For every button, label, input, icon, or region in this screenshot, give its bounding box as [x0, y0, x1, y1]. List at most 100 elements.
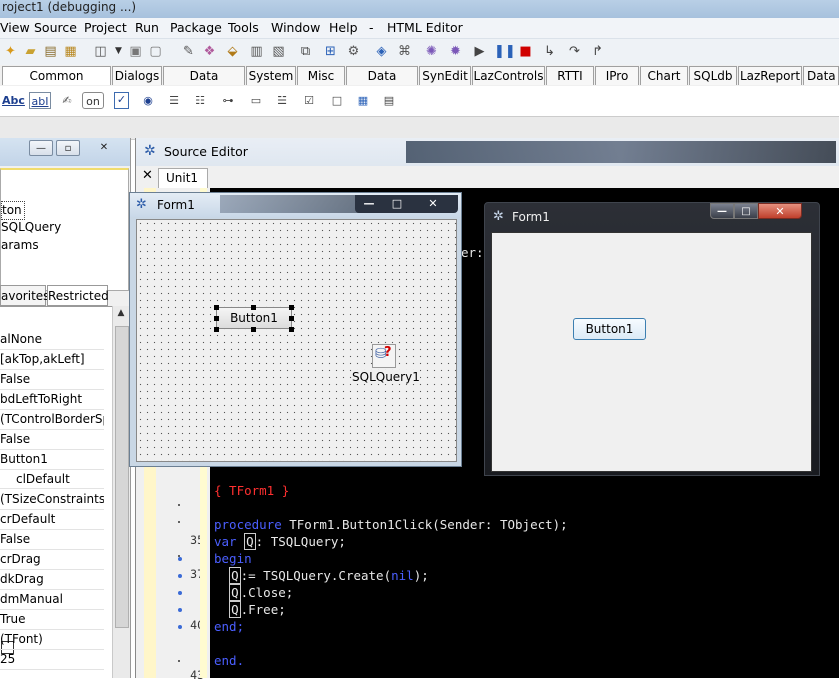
tab-unit1[interactable]: Unit1: [158, 168, 208, 188]
new-unit-icon[interactable]: ✦: [2, 43, 19, 60]
close-icon[interactable]: ✕: [92, 140, 116, 156]
listbox-icon[interactable]: ☰: [164, 92, 184, 109]
prop-borderspacing[interactable]: (TControlBorderSpa: [0, 409, 104, 430]
close-icon[interactable]: ✕: [421, 196, 445, 212]
open-project-icon[interactable]: ▤: [42, 43, 59, 60]
selection-handle[interactable]: [251, 305, 256, 310]
menu-tools[interactable]: Tools: [228, 20, 259, 35]
tab-misc[interactable]: Misc: [297, 66, 345, 85]
prop-dragkind[interactable]: dkDrag: [0, 569, 104, 590]
toggle-form-unit-icon[interactable]: ⧉: [297, 43, 314, 60]
maximize-icon[interactable]: ▫: [56, 140, 80, 156]
scroll-up-icon[interactable]: ▲: [114, 308, 128, 322]
view-units-icon[interactable]: ▥: [248, 43, 265, 60]
menu-project[interactable]: Project: [84, 20, 127, 35]
edit-icon[interactable]: ✎: [180, 43, 197, 60]
frame-icon[interactable]: ▦: [352, 92, 374, 109]
breakpoint-dot[interactable]: [178, 574, 182, 578]
prop-anchors[interactable]: [akTop,akLeft]: [0, 349, 104, 370]
scrollbar-icon[interactable]: ⊶: [217, 92, 239, 109]
sqlquery-component[interactable]: ⛁ ?: [372, 344, 396, 368]
prop-font[interactable]: (TFont): [0, 629, 104, 650]
close-tab-icon[interactable]: ✕: [142, 168, 153, 183]
prop-autosize[interactable]: False: [0, 369, 104, 390]
designer-button1[interactable]: Button1: [216, 307, 292, 329]
prop-color[interactable]: clDefault: [0, 469, 104, 489]
scroll-thumb[interactable]: [115, 326, 129, 628]
minimize-icon[interactable]: —: [29, 140, 53, 156]
debug-windows-icon[interactable]: ⊞: [322, 43, 339, 60]
package-icon[interactable]: ⬙: [224, 43, 241, 60]
prop-bidimode[interactable]: bdLeftToRight: [0, 389, 104, 410]
form-designer-window[interactable]: ✲ Form1 — □ ✕ Button1 ⛁ ? SQLQuery1: [129, 192, 462, 467]
prop-constraints[interactable]: (TSizeConstraints): [0, 489, 104, 510]
build-icon[interactable]: ✺: [423, 43, 440, 60]
selection-handle[interactable]: [251, 327, 256, 332]
prop-cursor[interactable]: crDefault: [0, 509, 104, 530]
breakpoint-dot[interactable]: [178, 557, 182, 561]
breakpoint-dot[interactable]: [178, 625, 182, 629]
tab-synedit[interactable]: SynEdit: [419, 66, 471, 85]
checkbox-icon[interactable]: ✓: [114, 92, 129, 109]
menu-view[interactable]: View: [0, 20, 30, 35]
prop-caption[interactable]: Button1: [0, 449, 104, 470]
checkgroup-icon[interactable]: ☑: [299, 92, 319, 109]
tab-sqldb[interactable]: SQLdb: [689, 66, 737, 85]
groupbox-icon[interactable]: ▭: [246, 92, 266, 109]
tab-chart[interactable]: Chart: [640, 66, 688, 85]
tab-ipro[interactable]: IPro: [595, 66, 639, 85]
menu-help[interactable]: Help: [329, 20, 358, 35]
save-all-icon[interactable]: ▦: [62, 43, 79, 60]
tab-data-access[interactable]: Data Access: [346, 66, 418, 101]
save-icon[interactable]: ▣: [127, 43, 144, 60]
toggle-box-icon[interactable]: on: [82, 92, 104, 109]
view-forms-icon[interactable]: ▧: [270, 43, 287, 60]
prop-height[interactable]: 25: [0, 649, 104, 670]
tab-common-controls[interactable]: Common Controls: [2, 66, 111, 101]
tab-restricted[interactable]: Restricted: [47, 285, 109, 306]
prop-dragmode[interactable]: dmManual: [0, 589, 104, 610]
prop-enabled[interactable]: True: [0, 609, 104, 630]
menu-run[interactable]: Run: [135, 20, 159, 35]
project-options-icon[interactable]: ⌘: [396, 43, 413, 60]
label-icon[interactable]: Abc: [2, 92, 25, 109]
radiogroup-icon[interactable]: ☱: [272, 92, 292, 109]
static-text-icon[interactable]: abI: [29, 92, 51, 109]
selection-handle[interactable]: [214, 327, 219, 332]
build-modes-icon[interactable]: ✹: [447, 43, 464, 60]
breakpoint-dot[interactable]: [178, 591, 182, 595]
selection-handle[interactable]: [289, 305, 294, 310]
tab-system[interactable]: System: [246, 66, 296, 85]
prop-dragcursor[interactable]: crDrag: [0, 549, 104, 570]
memo-icon[interactable]: ✍: [57, 92, 77, 109]
open-icon[interactable]: ▰: [22, 43, 39, 60]
selection-handle[interactable]: [214, 305, 219, 310]
selection-handle[interactable]: [289, 316, 294, 321]
tree-item-params[interactable]: arams: [1, 237, 39, 254]
tab-favorites[interactable]: avorites: [0, 285, 49, 306]
tab-dialogs[interactable]: Dialogs: [112, 66, 162, 85]
minimize-icon[interactable]: —: [357, 196, 381, 212]
designer-form-canvas[interactable]: Button1 ⛁ ? SQLQuery1: [136, 219, 457, 462]
menu-window[interactable]: Window: [271, 20, 320, 35]
save-as-icon[interactable]: ▢: [147, 43, 164, 60]
tab-lazreport[interactable]: LazReport: [738, 66, 802, 85]
selection-handle[interactable]: [214, 316, 219, 321]
prop-align[interactable]: alNone: [0, 329, 104, 350]
step-into-icon[interactable]: ↳: [541, 43, 558, 60]
tab-rtti[interactable]: RTTI: [546, 66, 594, 85]
step-out-icon[interactable]: ↱: [589, 43, 606, 60]
maximize-icon[interactable]: □: [385, 196, 409, 212]
selection-handle[interactable]: [289, 327, 294, 332]
tools-icon[interactable]: ⚙: [345, 43, 362, 60]
components-icon[interactable]: ❖: [201, 43, 218, 60]
maximize-icon[interactable]: □: [734, 203, 758, 219]
minimize-icon[interactable]: —: [710, 203, 734, 219]
menu-html-editor[interactable]: HTML Editor: [387, 20, 463, 35]
designer-title-bar[interactable]: ✲ Form1 — □ ✕: [130, 193, 461, 217]
tab-lazcontrols[interactable]: LazControls: [472, 66, 545, 85]
tree-item-sqlquery[interactable]: SQLQuery: [1, 219, 61, 236]
running-form-window[interactable]: ✲ Form1 — □ ✕ Button1: [484, 202, 820, 476]
tab-data-export[interactable]: Data E: [803, 66, 839, 101]
radio-button-icon[interactable]: ◉: [140, 92, 156, 109]
